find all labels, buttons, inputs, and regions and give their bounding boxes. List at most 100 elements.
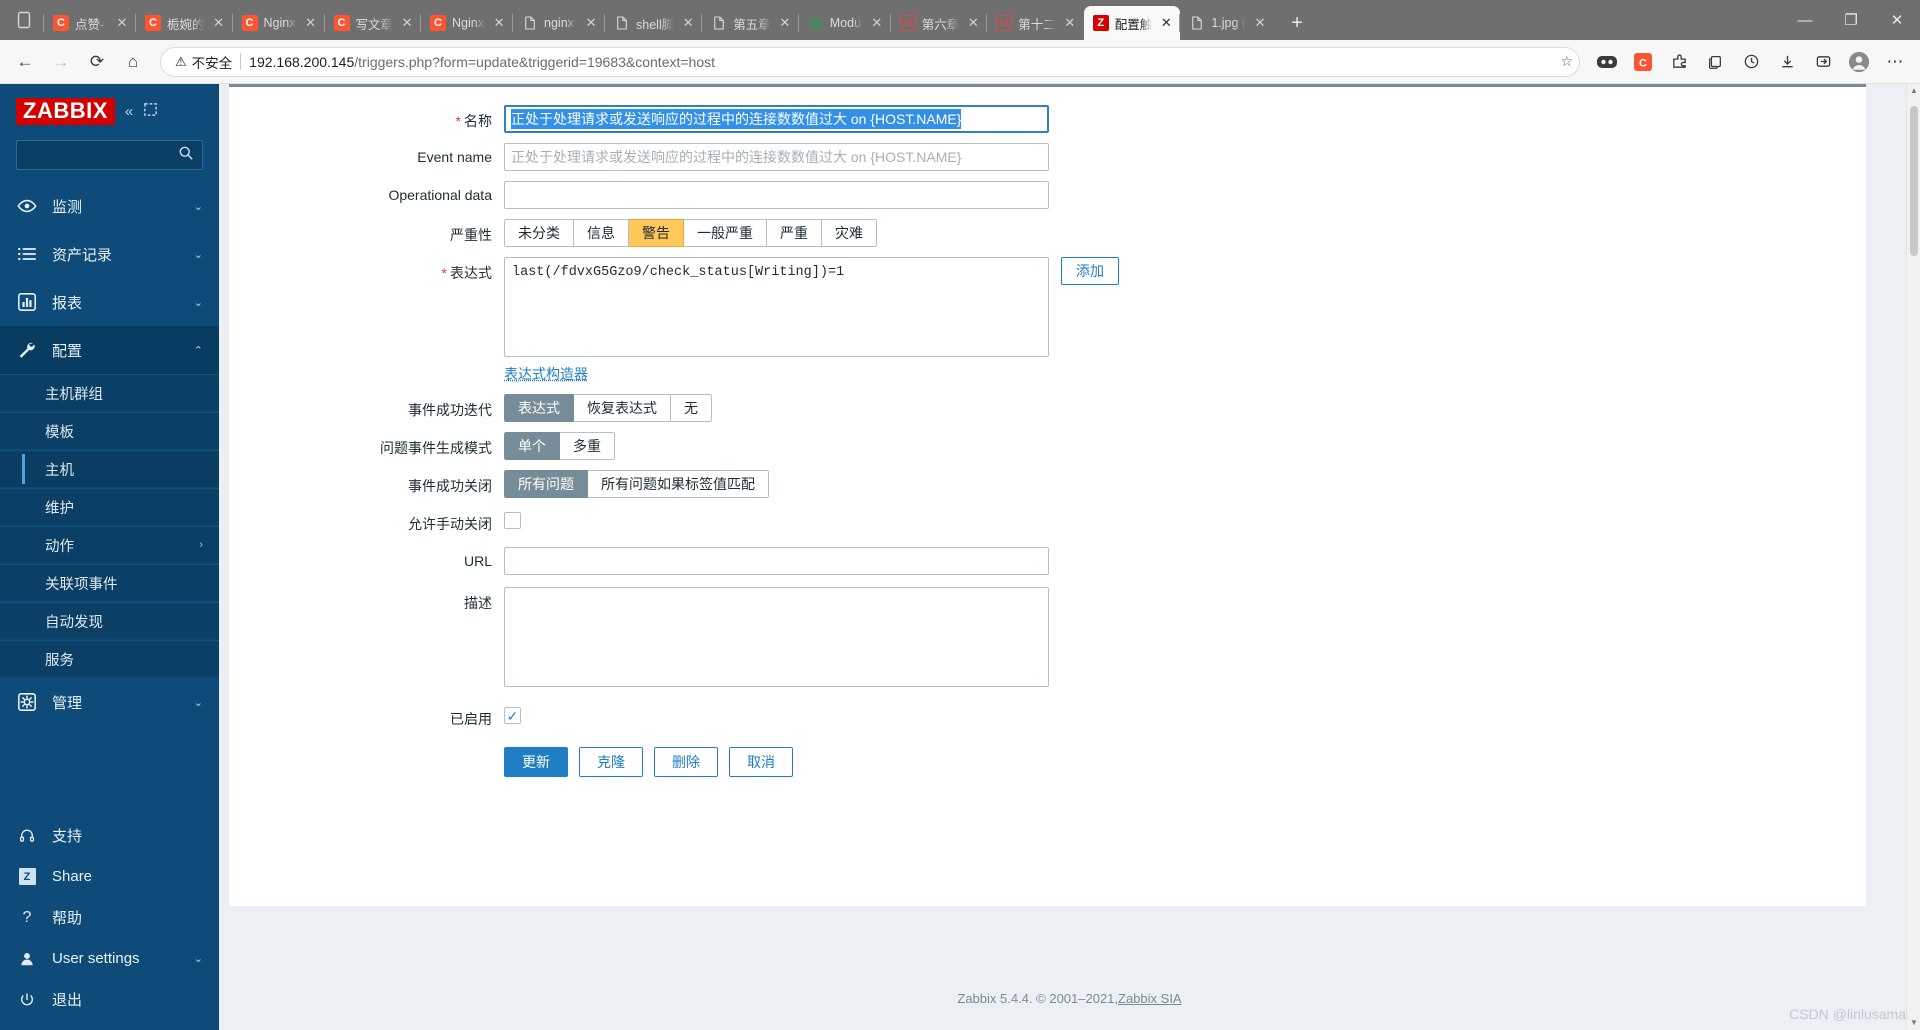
browser-tab[interactable]: shell脚✕ bbox=[605, 6, 702, 40]
close-tab-icon[interactable]: ✕ bbox=[1252, 15, 1268, 31]
sidebar-item-4[interactable]: 配置⌃ bbox=[0, 326, 219, 374]
browser-tab[interactable]: C写文章✕ bbox=[325, 6, 422, 40]
history-icon[interactable] bbox=[1734, 45, 1768, 79]
close-tab-icon[interactable]: ✕ bbox=[1158, 15, 1174, 31]
search-icon[interactable] bbox=[178, 145, 194, 165]
sidebar-bottom-item-2[interactable]: ZShare bbox=[0, 856, 219, 897]
severity-option-6[interactable]: 灾难 bbox=[822, 219, 877, 247]
url-input[interactable] bbox=[504, 547, 1049, 575]
forward-icon[interactable]: → bbox=[44, 45, 78, 79]
ok-event-closes-segmented-control[interactable]: 所有问题所有问题如果标签值匹配 bbox=[504, 470, 769, 498]
tab-search-icon[interactable] bbox=[4, 0, 44, 40]
browser-tab[interactable]: NModu✕ bbox=[799, 6, 891, 40]
browser-tab[interactable]: 1.jpg (✕ bbox=[1180, 6, 1274, 40]
add-expression-button[interactable]: 添加 bbox=[1061, 257, 1119, 285]
scroll-up-arrow[interactable]: ▲ bbox=[1907, 84, 1920, 98]
browser-tab[interactable]: C栀婉的✕ bbox=[136, 6, 233, 40]
browser-tab[interactable]: CNginx✕ bbox=[233, 6, 325, 40]
sidebar-search-input[interactable] bbox=[16, 140, 203, 170]
sidebar-subitem-1[interactable]: 主机群组 bbox=[0, 374, 219, 412]
sidebar-subitem-7[interactable]: 自动发现 bbox=[0, 602, 219, 640]
sidebar-subitem-3[interactable]: 主机 bbox=[0, 450, 219, 488]
severity-option-2[interactable]: 信息 bbox=[574, 219, 629, 247]
expression-textarea[interactable] bbox=[504, 257, 1049, 357]
close-tab-icon[interactable]: ✕ bbox=[583, 15, 599, 31]
csdn-extension-icon[interactable]: C bbox=[1626, 45, 1660, 79]
sidebar-item-3[interactable]: 报表⌄ bbox=[0, 278, 219, 326]
browser-tab[interactable]: 第五章✕ bbox=[702, 6, 799, 40]
event-generation-segmented-control[interactable]: 表达式恢复表达式无 bbox=[504, 394, 712, 422]
event-generation-option-3[interactable]: 无 bbox=[671, 394, 712, 422]
close-tab-icon[interactable]: ✕ bbox=[965, 15, 981, 31]
severity-segmented-control[interactable]: 未分类信息警告一般严重严重灾难 bbox=[504, 219, 877, 247]
sidebar-bottom-item-5[interactable]: 退出 bbox=[0, 979, 219, 1020]
back-icon[interactable]: ← bbox=[8, 45, 42, 79]
zabbix-logo[interactable]: ZABBIX bbox=[16, 98, 115, 125]
sidebar-bottom-item-4[interactable]: User settings⌄ bbox=[0, 938, 219, 979]
close-tab-icon[interactable]: ✕ bbox=[680, 15, 696, 31]
extensions-icon[interactable] bbox=[1662, 45, 1696, 79]
browser-tab[interactable]: nginx✕ bbox=[513, 6, 605, 40]
expression-constructor-link[interactable]: 表达式构造器 bbox=[504, 364, 588, 384]
close-tab-icon[interactable]: ✕ bbox=[491, 15, 507, 31]
expand-sidebar-icon[interactable] bbox=[143, 102, 158, 121]
close-tab-icon[interactable]: ✕ bbox=[399, 15, 415, 31]
close-tab-icon[interactable]: ✕ bbox=[777, 15, 793, 31]
sidebar-bottom-item-1[interactable]: 支持 bbox=[0, 815, 219, 856]
severity-option-1[interactable]: 未分类 bbox=[504, 219, 574, 247]
close-tab-icon[interactable]: ✕ bbox=[869, 15, 885, 31]
ok-event-closes-option-2[interactable]: 所有问题如果标签值匹配 bbox=[588, 470, 769, 498]
browser-tab[interactable]: CNginx✕ bbox=[421, 6, 513, 40]
event-name-input[interactable]: 正处于处理请求或发送响应的过程中的连接数数值过大 on {HOST.NAME} bbox=[504, 143, 1049, 171]
sidebar-subitem-4[interactable]: 维护 bbox=[0, 488, 219, 526]
problem-event-mode-segmented-control[interactable]: 单个多重 bbox=[504, 432, 615, 460]
close-tab-icon[interactable]: ✕ bbox=[211, 15, 227, 31]
description-textarea[interactable] bbox=[504, 587, 1049, 687]
new-tab-button[interactable]: + bbox=[1282, 8, 1312, 38]
sidebar-item-1[interactable]: 监测⌄ bbox=[0, 182, 219, 230]
sidebar-subitem-6[interactable]: 关联项事件 bbox=[0, 564, 219, 602]
more-icon[interactable]: ⋯ bbox=[1878, 45, 1912, 79]
enabled-checkbox[interactable]: ✓ bbox=[504, 707, 521, 724]
collections-icon[interactable] bbox=[1590, 45, 1624, 79]
sidebar-item-5[interactable]: 管理⌄ bbox=[0, 678, 219, 726]
profile-icon[interactable] bbox=[1842, 45, 1876, 79]
reload-icon[interactable]: ⟳ bbox=[80, 45, 114, 79]
ok-event-closes-option-1[interactable]: 所有问题 bbox=[504, 470, 588, 498]
home-icon[interactable]: ⌂ bbox=[116, 45, 150, 79]
scroll-down-arrow[interactable]: ▼ bbox=[1907, 1016, 1920, 1030]
address-bar[interactable]: ⚠ 不安全 192.168.200.145/triggers.php?form=… bbox=[160, 47, 1580, 77]
footer-link[interactable]: Zabbix SIA bbox=[1118, 991, 1182, 1006]
scrollbar-thumb[interactable] bbox=[1910, 106, 1918, 256]
close-tab-icon[interactable]: ✕ bbox=[1062, 15, 1078, 31]
downloads-icon[interactable] bbox=[1770, 45, 1804, 79]
severity-option-3[interactable]: 警告 bbox=[629, 219, 684, 247]
close-tab-icon[interactable]: ✕ bbox=[303, 15, 319, 31]
browser-tab[interactable]: Z配置触✕ bbox=[1084, 6, 1181, 40]
browser-tab[interactable]: C点赞-✕ bbox=[44, 6, 136, 40]
action-button-1[interactable]: 更新 bbox=[504, 747, 568, 777]
action-button-3[interactable]: 删除 bbox=[654, 747, 718, 777]
allow-manual-close-checkbox[interactable] bbox=[504, 512, 521, 529]
close-window-button[interactable]: ✕ bbox=[1874, 0, 1920, 40]
close-tab-icon[interactable]: ✕ bbox=[114, 15, 130, 31]
copy-icon[interactable] bbox=[1698, 45, 1732, 79]
operational-data-input[interactable] bbox=[504, 181, 1049, 209]
collapse-sidebar-icon[interactable]: « bbox=[125, 103, 133, 120]
favorite-star-icon[interactable]: ☆ bbox=[1560, 53, 1573, 70]
browser-tab[interactable]: 51第六章✕ bbox=[891, 6, 988, 40]
sidebar-item-2[interactable]: 资产记录⌄ bbox=[0, 230, 219, 278]
share-icon[interactable] bbox=[1806, 45, 1840, 79]
page-scrollbar[interactable]: ▲ ▼ bbox=[1906, 84, 1920, 1030]
sidebar-bottom-item-3[interactable]: ?帮助 bbox=[0, 897, 219, 938]
event-generation-option-1[interactable]: 表达式 bbox=[504, 394, 574, 422]
severity-option-4[interactable]: 一般严重 bbox=[684, 219, 767, 247]
security-indicator[interactable]: ⚠ 不安全 bbox=[175, 52, 232, 72]
sidebar-subitem-2[interactable]: 模板 bbox=[0, 412, 219, 450]
minimize-button[interactable]: — bbox=[1782, 0, 1828, 40]
problem-event-mode-option-1[interactable]: 单个 bbox=[504, 432, 560, 460]
browser-tab[interactable]: 51第十二✕ bbox=[987, 6, 1084, 40]
name-input[interactable]: 正处于处理请求或发送响应的过程中的连接数数值过大 on {HOST.NAME} bbox=[504, 105, 1049, 133]
maximize-button[interactable]: ❐ bbox=[1828, 0, 1874, 40]
event-generation-option-2[interactable]: 恢复表达式 bbox=[574, 394, 671, 422]
